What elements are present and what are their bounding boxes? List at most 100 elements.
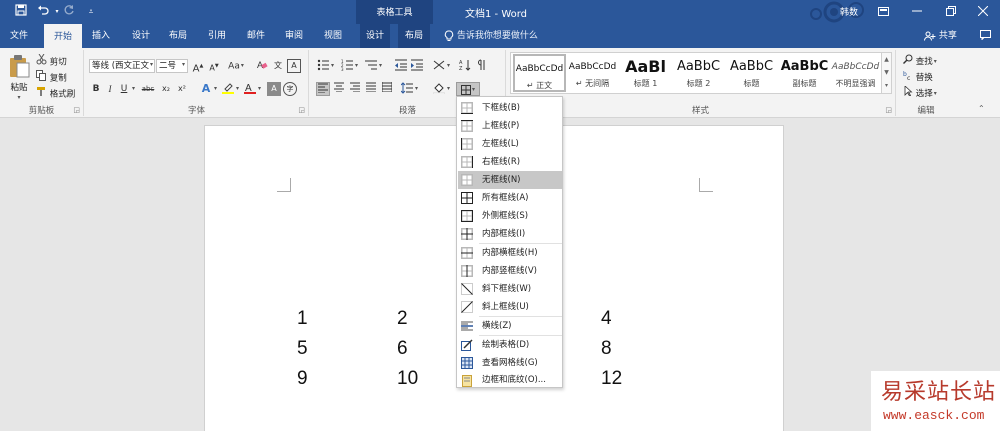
ribbon-display-icon[interactable] <box>866 0 900 24</box>
line-spacing-dropdown-icon[interactable]: ▾ <box>415 85 418 92</box>
tell-me-search[interactable]: 告诉我你想要做什么 <box>444 24 538 48</box>
enclose-characters-button[interactable]: A <box>287 59 301 73</box>
tab-file[interactable]: 文件 <box>4 24 34 48</box>
increase-indent-icon[interactable] <box>410 59 424 73</box>
table-cell[interactable]: 12 <box>601 368 622 390</box>
table-cell[interactable]: 6 <box>397 338 408 360</box>
underline-dropdown-icon[interactable]: ▾ <box>132 85 135 92</box>
font-launcher-icon[interactable]: ◲ <box>298 106 305 114</box>
tab-table-layout[interactable]: 布局 <box>398 24 430 48</box>
bullets-dropdown-icon[interactable]: ▾ <box>331 62 334 69</box>
menu-view-gridlines[interactable]: 查看网格线(G) <box>458 354 562 372</box>
sort-icon[interactable]: AZ <box>458 59 472 73</box>
minimize-icon[interactable] <box>900 0 934 24</box>
comments-icon[interactable] <box>968 24 1000 48</box>
italic-button[interactable]: I <box>103 82 117 96</box>
font-name-combo[interactable]: 等线 (西文正文 <box>89 59 155 73</box>
multilevel-dropdown-icon[interactable]: ▾ <box>379 62 382 69</box>
chinese-layout-icon[interactable] <box>432 59 446 73</box>
menu-borders-and-shading[interactable]: 边框和底纹(O)... <box>458 372 562 388</box>
menu-horizontal-line[interactable]: 横线(Z) <box>458 317 562 335</box>
bullets-icon[interactable] <box>316 59 330 73</box>
styles-launcher-icon[interactable]: ◲ <box>885 106 892 114</box>
font-color-dropdown-icon[interactable]: ▾ <box>258 85 261 92</box>
decrease-indent-icon[interactable] <box>394 59 408 73</box>
cut-button[interactable]: 剪切 <box>36 53 67 68</box>
menu-top-border[interactable]: 上框线(P) <box>458 117 562 135</box>
highlight-color-icon[interactable] <box>221 82 235 96</box>
phonetic-guide-button[interactable]: 文 <box>271 59 285 73</box>
shading-icon[interactable] <box>432 82 446 96</box>
tab-review[interactable]: 审阅 <box>279 24 309 48</box>
tab-mailings[interactable]: 邮件 <box>241 24 271 48</box>
close-icon[interactable] <box>966 0 1000 24</box>
format-painter-button[interactable]: 格式刷 <box>36 86 75 100</box>
justify-icon[interactable] <box>364 82 378 96</box>
customize-qat-icon[interactable]: ⩡ <box>82 3 100 21</box>
menu-inside-borders[interactable]: 内部框线(I) <box>458 225 562 243</box>
collapse-ribbon-icon[interactable]: ⌃ <box>978 104 985 113</box>
redo-icon[interactable] <box>60 3 78 21</box>
font-color-icon[interactable]: A <box>243 82 257 96</box>
clear-formatting-icon[interactable]: A <box>255 59 269 73</box>
tab-table-design[interactable]: 设计 <box>360 24 390 48</box>
table-cell[interactable]: 9 <box>297 368 308 390</box>
clipboard-launcher-icon[interactable]: ◲ <box>73 106 80 114</box>
font-size-dropdown-icon[interactable]: ▾ <box>182 61 185 68</box>
change-case-button[interactable]: Aa▾ <box>225 59 247 73</box>
chinese-layout-dropdown-icon[interactable]: ▾ <box>447 62 450 69</box>
menu-all-borders[interactable]: 所有框线(A) <box>458 189 562 207</box>
tab-view[interactable]: 视图 <box>318 24 348 48</box>
restore-icon[interactable] <box>934 0 968 24</box>
numbering-dropdown-icon[interactable]: ▾ <box>355 62 358 69</box>
superscript-button[interactable]: x² <box>175 82 189 96</box>
save-icon[interactable] <box>12 3 30 21</box>
highlight-dropdown-icon[interactable]: ▾ <box>236 85 239 92</box>
bold-button[interactable]: B <box>89 82 103 96</box>
menu-right-border[interactable]: 右框线(R) <box>458 153 562 171</box>
menu-inside-horizontal-border[interactable]: 内部横框线(H) <box>458 244 562 262</box>
text-effects-icon[interactable]: A <box>199 82 213 96</box>
numbering-icon[interactable]: 123 <box>340 59 354 73</box>
grow-font-button[interactable]: A▲ <box>191 59 205 74</box>
share-button[interactable]: 共享 <box>924 24 957 48</box>
menu-bottom-border[interactable]: 下框线(B) <box>458 99 562 117</box>
show-marks-icon[interactable] <box>474 59 488 73</box>
tab-references[interactable]: 引用 <box>202 24 232 48</box>
menu-outside-borders[interactable]: 外侧框线(S) <box>458 207 562 225</box>
borders-button[interactable]: ▾ <box>456 82 480 96</box>
enclosed-character-icon[interactable]: 字 <box>283 82 297 96</box>
menu-inside-vertical-border[interactable]: 内部竖框线(V) <box>458 262 562 280</box>
find-button[interactable]: 查找▾ <box>903 54 937 68</box>
shading-dropdown-icon[interactable]: ▾ <box>447 85 450 92</box>
menu-draw-table[interactable]: 绘制表格(D) <box>458 336 562 354</box>
tab-layout[interactable]: 布局 <box>163 24 193 48</box>
text-effects-dropdown-icon[interactable]: ▾ <box>214 85 217 92</box>
table-cell[interactable]: 5 <box>297 338 308 360</box>
distributed-icon[interactable] <box>380 82 394 96</box>
align-center-icon[interactable] <box>332 82 346 96</box>
menu-diagonal-down-border[interactable]: 斜下框线(W) <box>458 280 562 298</box>
table-cell[interactable]: 10 <box>397 368 418 390</box>
paste-button[interactable]: 粘贴 ▾ <box>6 54 32 101</box>
underline-button[interactable]: U <box>117 82 131 96</box>
strikethrough-button[interactable]: abc <box>139 82 157 96</box>
table-cell[interactable]: 4 <box>601 308 612 330</box>
line-spacing-icon[interactable] <box>400 82 414 96</box>
tab-design[interactable]: 设计 <box>126 24 156 48</box>
shrink-font-button[interactable]: A▼ <box>207 59 221 73</box>
font-name-dropdown-icon[interactable]: ▾ <box>150 61 153 68</box>
table-cell[interactable]: 8 <box>601 338 612 360</box>
menu-diagonal-up-border[interactable]: 斜上框线(U) <box>458 298 562 316</box>
align-left-icon[interactable] <box>316 82 330 96</box>
replace-button[interactable]: bc 替换 <box>903 70 933 84</box>
table-cell[interactable]: 1 <box>297 308 308 330</box>
select-button[interactable]: 选择▾ <box>903 85 937 100</box>
tab-insert[interactable]: 插入 <box>86 24 116 48</box>
copy-button[interactable]: 复制 <box>36 70 67 84</box>
menu-left-border[interactable]: 左框线(L) <box>458 135 562 153</box>
multilevel-list-icon[interactable] <box>364 59 378 73</box>
character-shading-icon[interactable]: A <box>267 82 281 96</box>
user-account[interactable]: 韩数 <box>808 0 866 24</box>
tab-home[interactable]: 开始 <box>44 24 82 48</box>
